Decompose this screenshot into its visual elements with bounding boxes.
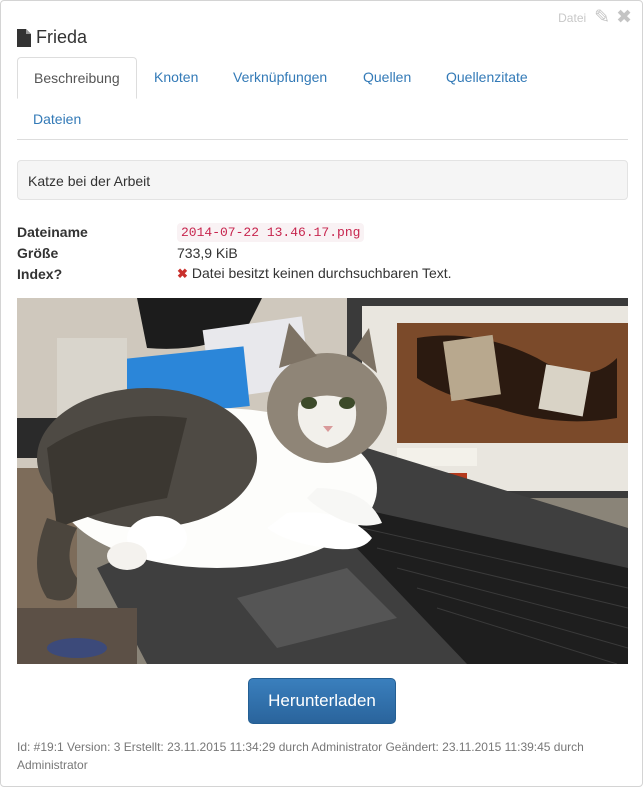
cross-icon: ✖ <box>177 266 188 281</box>
index-value: Datei besitzt keinen durchsuchbaren Text… <box>191 265 452 281</box>
filename-value: 2014-07-22 13.46.17.png <box>177 223 365 242</box>
meta-row-index: Index? ✖ Datei besitzt keinen durchsuchba… <box>17 263 628 284</box>
tab-quellen[interactable]: Quellen <box>347 57 427 97</box>
file-preview-image <box>17 298 628 664</box>
file-detail-panel: Datei ✎ ✖ Frieda Beschreibung Knoten Ver… <box>0 0 643 787</box>
panel-actions: Datei ✎ ✖ <box>558 8 632 28</box>
record-info-footer: Id: #19:1 Version: 3 Erstellt: 23.11.201… <box>17 740 584 772</box>
pencil-icon[interactable]: ✎ <box>594 8 610 28</box>
tab-quellenzitate[interactable]: Quellenzitate <box>430 57 544 97</box>
size-label: Größe <box>17 244 59 261</box>
type-label: Datei <box>558 11 587 25</box>
tab-verknuepfungen[interactable]: Verknüpfungen <box>217 57 343 97</box>
page-title: Frieda <box>36 27 88 47</box>
meta-row-size: Größe 733,9 KiB <box>17 242 628 263</box>
file-icon <box>17 28 31 47</box>
file-metadata: Dateiname 2014-07-22 13.46.17.png Größe … <box>17 221 628 284</box>
cat-photo <box>17 298 628 664</box>
tab-bar: Beschreibung Knoten Verknüpfungen Quelle… <box>17 57 628 140</box>
tab-knoten[interactable]: Knoten <box>138 57 214 97</box>
index-value-wrap: ✖ Datei besitzt keinen durchsuchbaren Tex… <box>177 265 452 282</box>
description-box: Katze bei der Arbeit <box>17 160 628 200</box>
filename-code: 2014-07-22 13.46.17.png <box>177 223 365 242</box>
index-label: Index? <box>17 265 63 282</box>
filename-label: Dateiname <box>17 223 88 240</box>
title-row: Frieda <box>17 27 87 48</box>
size-value: 733,9 KiB <box>177 244 238 261</box>
meta-row-filename: Dateiname 2014-07-22 13.46.17.png <box>17 221 628 242</box>
download-button[interactable]: Herunterladen <box>248 678 396 724</box>
tab-beschreibung[interactable]: Beschreibung <box>17 57 137 99</box>
tab-dateien[interactable]: Dateien <box>17 99 97 139</box>
close-icon[interactable]: ✖ <box>616 8 632 28</box>
